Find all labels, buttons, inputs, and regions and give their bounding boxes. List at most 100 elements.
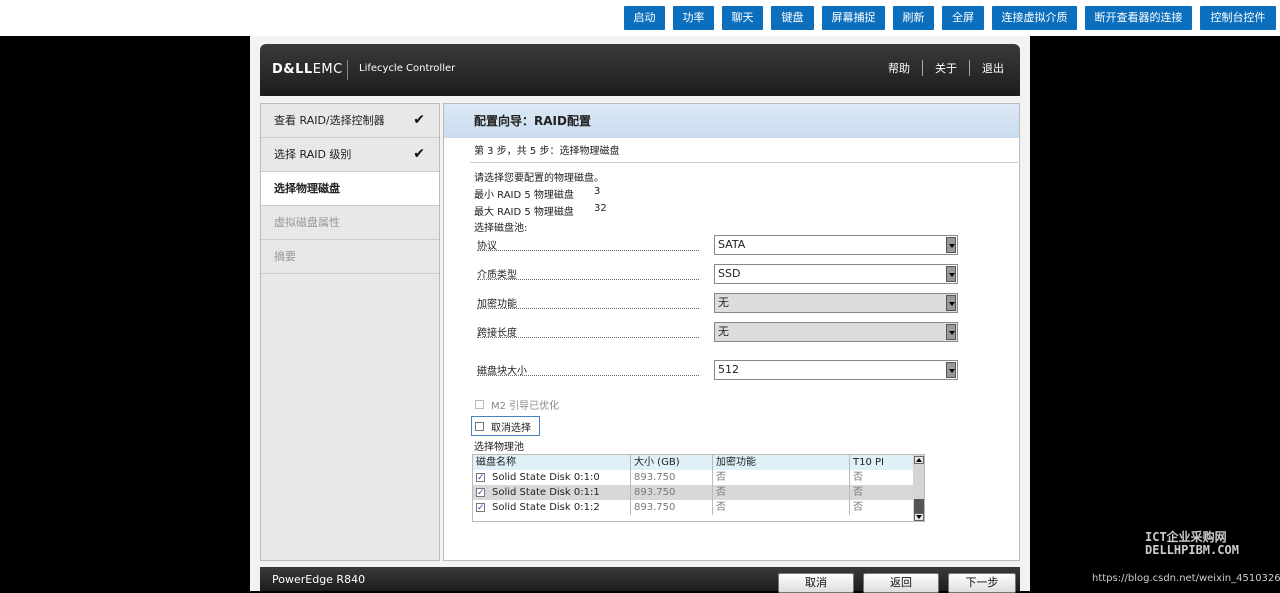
keyboard-button[interactable]: 键盘 <box>771 6 814 30</box>
span-length-value: 无 <box>718 325 729 338</box>
disk-pool-label: 选择磁盘池: <box>474 223 528 234</box>
step-view-raid[interactable]: 查看 RAID/选择控制器 ✔ <box>261 104 439 138</box>
lifecycle-controller-window: D&LLEMC Lifecycle Controller 帮助 关于 退出 查看… <box>250 36 1030 593</box>
next-button[interactable]: 下一步 <box>948 573 1016 593</box>
checkmark-icon: ✔ <box>413 146 425 162</box>
block-size-label: 磁盘块大小 <box>477 362 699 377</box>
screen-capture-button[interactable]: 屏幕捕捉 <box>822 6 885 30</box>
wizard-steps-sidebar: 查看 RAID/选择控制器 ✔ 选择 RAID 级别 ✔ 选择物理磁盘 虚拟磁盘… <box>260 103 440 561</box>
disk-size: 893.750 <box>631 500 713 515</box>
disk-t10: 否 <box>853 487 863 498</box>
column-header: 大小 (GB) <box>631 455 713 470</box>
max-disks-value: 32 <box>594 203 607 214</box>
step-label: 选择 RAID 级别 <box>274 148 352 161</box>
dropdown-arrow-icon[interactable] <box>946 362 956 378</box>
step-raid-level[interactable]: 选择 RAID 级别 ✔ <box>261 138 439 172</box>
m2-optimized-label: M2 引导已优化 <box>491 401 560 412</box>
disk-checkbox[interactable] <box>476 486 485 501</box>
disk-encryption: 否 <box>713 500 850 515</box>
page-title: 配置向导：RAID配置 <box>444 104 1019 138</box>
table-header: 磁盘名称 大小 (GB) 加密功能 T10 PI <box>473 455 913 470</box>
dropdown-arrow-icon[interactable] <box>946 295 956 311</box>
link-divider <box>969 60 970 76</box>
dropdown-arrow-icon[interactable] <box>946 266 956 282</box>
disk-encryption: 否 <box>713 470 850 485</box>
disk-name: Solid State Disk 0:1:0 <box>489 470 631 485</box>
app-header: D&LLEMC Lifecycle Controller 帮助 关于 退出 <box>260 44 1020 96</box>
step-label: 查看 RAID/选择控制器 <box>274 114 385 127</box>
media-type-select[interactable]: SSD <box>714 264 958 284</box>
dropdown-arrow-icon[interactable] <box>946 324 956 340</box>
exit-link[interactable]: 退出 <box>982 60 1004 76</box>
column-header: T10 PI <box>853 457 884 468</box>
m2-optimized-checkbox[interactable] <box>475 400 484 409</box>
help-link[interactable]: 帮助 <box>888 60 910 76</box>
dell-emc-logo: D&LLEMC <box>272 62 343 77</box>
span-length-label: 跨接长度 <box>477 324 699 339</box>
boot-button[interactable]: 启动 <box>624 6 665 30</box>
step-label: 选择物理磁盘 <box>274 182 340 195</box>
app-footer: PowerEdge R840 取消 返回 下一步 <box>260 567 1020 593</box>
scroll-down-icon[interactable] <box>914 513 924 521</box>
refresh-button[interactable]: 刷新 <box>893 6 934 30</box>
table-scrollbar[interactable] <box>913 455 924 521</box>
chat-button[interactable]: 聊天 <box>722 6 763 30</box>
encryption-select[interactable]: 无 <box>714 293 958 313</box>
physical-pool-label: 选择物理池 <box>474 442 524 453</box>
max-disks-label: 最大 RAID 5 物理磁盘 <box>474 207 574 218</box>
header-divider <box>347 60 348 80</box>
viewer-toolbar: 启动 功率 聊天 键盘 屏幕捕捉 刷新 全屏 连接虚拟介质 断开查看器的连接 控… <box>0 0 1280 36</box>
checkmark-icon: ✔ <box>413 112 425 128</box>
protocol-label: 协议 <box>477 237 699 252</box>
fullscreen-button[interactable]: 全屏 <box>942 6 984 30</box>
link-divider <box>922 60 923 76</box>
divider <box>470 162 1018 163</box>
dropdown-arrow-icon[interactable] <box>946 237 956 253</box>
about-link[interactable]: 关于 <box>935 60 957 76</box>
column-header: 加密功能 <box>713 455 850 470</box>
disk-size: 893.750 <box>631 470 713 485</box>
step-label: 摘要 <box>274 250 296 263</box>
step-label: 虚拟磁盘属性 <box>274 216 340 229</box>
physical-disks-table: 磁盘名称 大小 (GB) 加密功能 T10 PI Solid State Dis… <box>472 454 925 522</box>
disk-t10: 否 <box>853 472 863 483</box>
protocol-select[interactable]: SATA <box>714 235 958 255</box>
media-type-label: 介质类型 <box>477 266 699 281</box>
cancel-button[interactable]: 取消 <box>778 573 854 593</box>
media-type-value: SSD <box>718 267 741 280</box>
table-row[interactable]: Solid State Disk 0:1:2 893.750 否 否 <box>473 500 913 516</box>
table-row[interactable]: Solid State Disk 0:1:1 893.750 否 否 <box>473 485 913 501</box>
server-model: PowerEdge R840 <box>272 573 366 586</box>
disk-checkbox[interactable] <box>476 501 485 516</box>
protocol-value: SATA <box>718 238 746 251</box>
power-button[interactable]: 功率 <box>673 6 714 30</box>
table-row[interactable]: Solid State Disk 0:1:0 893.750 否 否 <box>473 470 913 486</box>
disconnect-viewer-button[interactable]: 断开查看器的连接 <box>1085 6 1192 30</box>
watermark-logo: ICT企业采购网 DELLHPIBM.COM <box>1145 531 1239 557</box>
product-name: Lifecycle Controller <box>359 63 456 74</box>
disk-t10: 否 <box>853 502 863 513</box>
disk-name: Solid State Disk 0:1:2 <box>489 500 631 515</box>
watermark-line: DELLHPIBM.COM <box>1145 543 1239 557</box>
column-header: 磁盘名称 <box>473 455 631 470</box>
header-links: 帮助 关于 退出 <box>888 60 1004 76</box>
disk-checkbox[interactable] <box>476 471 485 486</box>
deselect-control[interactable]: 取消选择 <box>471 416 540 436</box>
deselect-checkbox[interactable] <box>475 422 484 431</box>
scroll-thumb[interactable] <box>914 499 924 513</box>
console-controls-button[interactable]: 控制台控件 <box>1200 6 1276 30</box>
span-length-select[interactable]: 无 <box>714 322 958 342</box>
min-disks-label: 最小 RAID 5 物理磁盘 <box>474 190 574 201</box>
step-select-disks[interactable]: 选择物理磁盘 <box>261 172 439 206</box>
scroll-up-icon[interactable] <box>914 456 924 464</box>
disk-size: 893.750 <box>631 485 713 500</box>
back-button[interactable]: 返回 <box>863 573 939 593</box>
watermark-url: https://blog.csdn.net/weixin_45103269 <box>1092 573 1280 584</box>
encryption-value: 无 <box>718 296 729 309</box>
disk-name: Solid State Disk 0:1:1 <box>489 485 631 500</box>
block-size-select[interactable]: 512 <box>714 360 958 380</box>
block-size-value: 512 <box>718 363 739 376</box>
deselect-label: 取消选择 <box>491 423 531 434</box>
step-summary: 摘要 <box>261 240 439 274</box>
connect-virtual-media-button[interactable]: 连接虚拟介质 <box>992 6 1077 30</box>
